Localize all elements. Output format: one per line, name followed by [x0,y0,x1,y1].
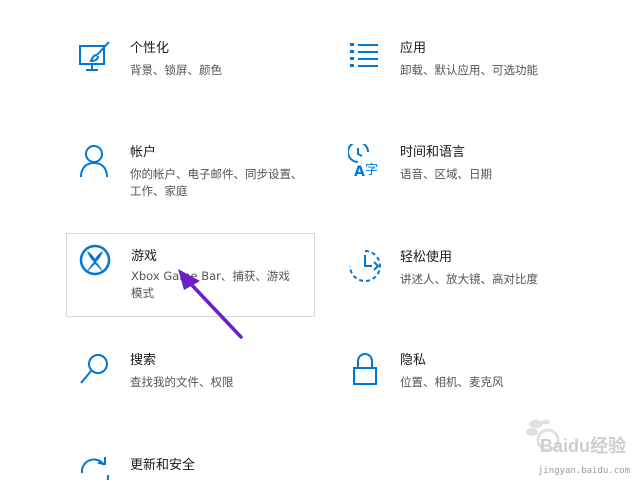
tile-description: 讲述人、放大镜、高对比度 [400,272,538,286]
tile-title: 搜索 [130,353,157,368]
tile-title: 时间和语言 [400,145,466,160]
account-icon [78,144,112,178]
apps-icon [348,40,382,74]
personalization-icon [78,40,112,74]
lock-icon [348,352,382,386]
tile-apps[interactable]: 应用 卸载、默认应用、可选功能 [336,36,586,96]
search-icon [78,352,112,386]
tile-title: 游戏 [131,249,158,264]
tile-personalization[interactable]: 个性化 背景、锁屏、颜色 [66,36,316,96]
tile-search[interactable]: 搜索 查找我的文件、权限 [66,348,316,408]
svg-text:A: A [354,164,365,178]
tile-title: 更新和安全 [130,458,196,473]
tile-title: 个性化 [130,41,170,56]
tile-title: 应用 [400,41,427,56]
tile-description: 背景、锁屏、颜色 [130,63,222,77]
settings-home: 个性化 背景、锁屏、颜色 应用 卸载、默认应用、可选功能 帐户 你的帐户、电子邮… [0,0,640,480]
tile-ease-of-access[interactable]: 轻松使用 讲述人、放大镜、高对比度 [336,245,586,305]
tile-description: 位置、相机、麦克风 [400,375,504,389]
watermark-brand: Baidu经验 [539,436,626,456]
tile-accounts[interactable]: 帐户 你的帐户、电子邮件、同步设置、工作、家庭 [66,140,316,200]
tile-title: 帐户 [130,145,157,160]
ease-of-access-icon [348,249,382,283]
svg-text:字: 字 [365,163,378,178]
xbox-icon [79,244,113,278]
tile-description: 你的帐户、电子邮件、同步设置、工作、家庭 [130,167,303,198]
tile-gaming[interactable]: 游戏 Xbox Game Bar、捕获、游戏模式 [66,233,315,317]
tile-description: 卸载、默认应用、可选功能 [400,63,538,77]
tile-description: 语音、区域、日期 [400,167,492,181]
watermark-url: jingyan.baidu.com [537,466,630,476]
time-language-icon: A 字 [348,144,382,178]
update-icon [78,457,112,480]
tile-privacy[interactable]: 隐私 位置、相机、麦克风 [336,348,586,408]
tile-description: Xbox Game Bar、捕获、游戏模式 [131,269,290,300]
tile-time-language[interactable]: A 字 时间和语言 语音、区域、日期 [336,140,586,200]
tile-title: 轻松使用 [400,250,453,265]
tile-title: 隐私 [400,353,427,368]
tile-description: 查找我的文件、权限 [130,375,234,389]
tile-update-security[interactable]: 更新和安全 [66,453,316,480]
